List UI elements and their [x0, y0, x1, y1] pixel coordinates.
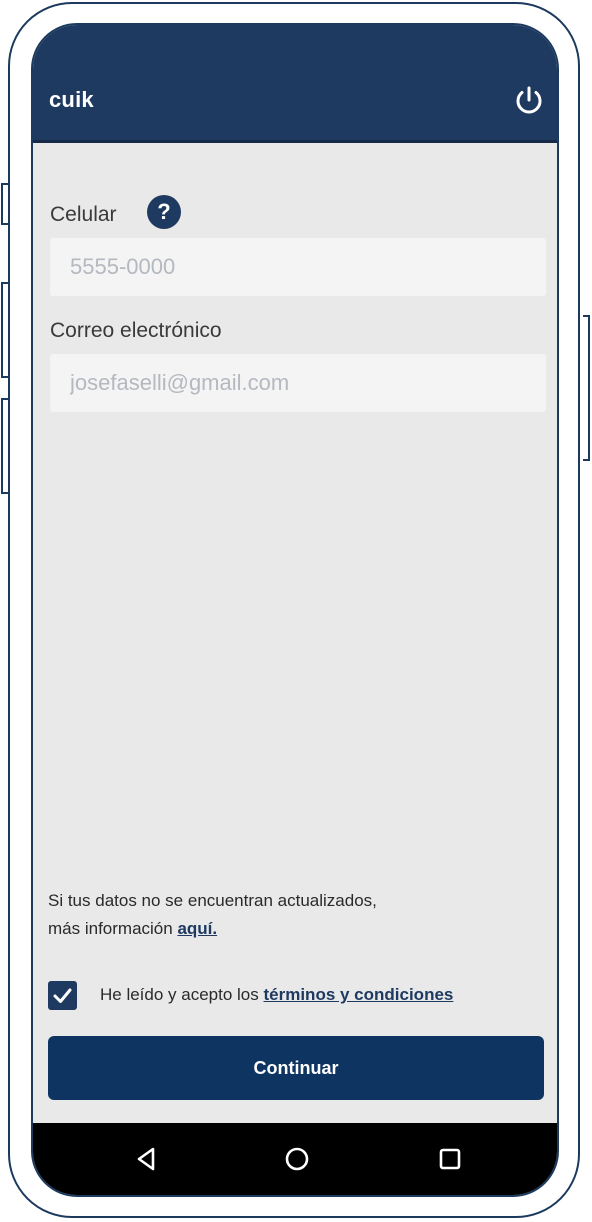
power-icon[interactable] — [511, 83, 547, 119]
form-content: Celular ? Correo electrónico Si tus dato… — [33, 143, 557, 1127]
info-line-2: más información — [48, 919, 178, 938]
app-bar: cuik — [33, 25, 557, 143]
device-side-button-top-left — [1, 183, 8, 225]
email-input[interactable] — [50, 354, 546, 412]
info-text: Si tus datos no se encuentran actualizad… — [48, 887, 528, 943]
device-power-button — [583, 315, 590, 461]
check-icon — [53, 988, 72, 1003]
phone-input[interactable] — [50, 238, 546, 296]
continue-button[interactable]: Continuar — [48, 1036, 544, 1100]
recents-square-icon[interactable] — [434, 1143, 466, 1175]
device-volume-down-button — [1, 398, 8, 494]
android-nav-bar — [33, 1123, 557, 1195]
terms-checkbox[interactable] — [48, 981, 77, 1010]
app-title: cuik — [49, 87, 94, 112]
back-triangle-icon[interactable] — [131, 1143, 163, 1175]
email-label: Correo electrónico — [50, 319, 222, 342]
home-circle-icon[interactable] — [281, 1143, 313, 1175]
terms-prefix: He leído y acepto los — [100, 985, 264, 1004]
info-line-1: Si tus datos no se encuentran actualizad… — [48, 891, 377, 910]
help-icon[interactable]: ? — [147, 195, 181, 229]
terms-link[interactable]: términos y condiciones — [263, 985, 453, 1004]
phone-screen: cuik Celular ? Correo electrónico Si tus… — [31, 23, 559, 1197]
info-link[interactable]: aquí. — [177, 919, 217, 938]
device-volume-up-button — [1, 282, 8, 378]
device-stage: cuik Celular ? Correo electrónico Si tus… — [0, 0, 592, 1222]
terms-text: He leído y acepto los términos y condici… — [100, 985, 453, 1005]
phone-label: Celular — [50, 203, 117, 226]
